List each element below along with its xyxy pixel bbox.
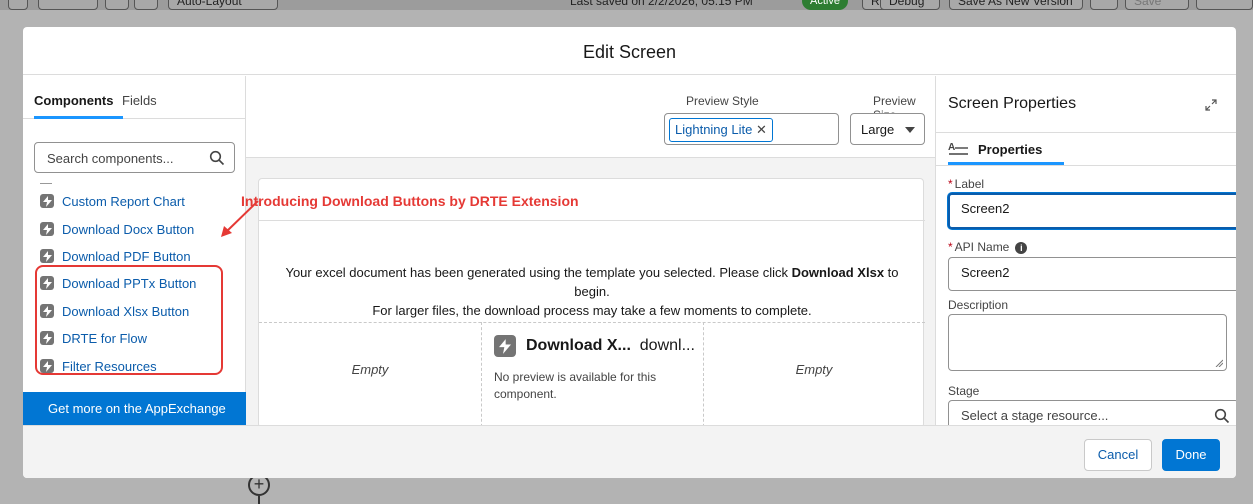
list-item-label: Download PDF Button (62, 248, 191, 264)
stage-placeholder: Select a stage resource... (961, 408, 1109, 423)
component-panel: Components Fields Search components... C… (23, 76, 246, 425)
tab-components[interactable]: Components (34, 93, 113, 108)
svg-text:A: A (948, 142, 955, 153)
column-divider (481, 322, 482, 432)
label-input[interactable]: Screen2 (948, 193, 1236, 229)
message-text: Your excel document has been generated u… (285, 265, 792, 280)
debug-button[interactable]: Debug (880, 0, 940, 10)
undo-redo-group[interactable] (38, 0, 98, 10)
bolt-icon (494, 335, 516, 357)
preview-size-value: Large (861, 122, 895, 137)
close-icon[interactable]: ✕ (756, 122, 767, 137)
annotation-arrow-icon (221, 200, 259, 237)
description-textarea[interactable] (948, 314, 1227, 371)
stage-field-label: Stage (948, 384, 980, 398)
preview-style-label: Preview Style (686, 94, 759, 108)
column-divider (703, 322, 704, 432)
resize-handle-icon[interactable] (1215, 359, 1223, 367)
done-button[interactable]: Done (1162, 439, 1220, 471)
description-field-label: Description (948, 298, 1009, 312)
list-item-label: Download Docx Button (62, 221, 195, 237)
caret-down-icon (905, 127, 915, 133)
last-saved-text: Last saved on 2/2/2026, 05:15 PM (570, 0, 753, 8)
tab-properties-label: Properties (978, 141, 1043, 157)
search-input[interactable]: Search components... (34, 142, 235, 173)
message-bold: Download Xlsx (791, 265, 885, 280)
api-name-field-label: * API Name i (948, 240, 1028, 254)
info-icon[interactable]: i (1015, 241, 1028, 254)
connector-line (258, 496, 260, 504)
component-note: No preview is available for this compone… (494, 370, 657, 401)
appexchange-link[interactable]: Get more on the AppExchange (23, 392, 246, 425)
preview-style-pill[interactable]: Lightning Lite ✕ (669, 118, 773, 142)
search-icon (1214, 408, 1230, 424)
properties-panel: Screen Properties A Properties * Label Sc… (935, 76, 1236, 434)
background-toolbar: Auto-Layout Last saved on 2/2/2026, 05:1… (0, 0, 1253, 10)
bolt-icon (40, 249, 54, 263)
search-placeholder: Search components... (47, 151, 174, 166)
empty-column-left[interactable]: Empty (259, 362, 481, 377)
download-xlsx-component[interactable]: Download X... downl... (494, 335, 695, 357)
display-text[interactable]: Your excel document has been generated u… (269, 263, 915, 320)
preview-toolbar: Preview Style Lightning Lite ✕ Preview S… (246, 76, 935, 158)
list-item[interactable]: Custom Report Chart (40, 191, 185, 211)
tab-properties[interactable]: A Properties (948, 138, 1042, 160)
section-divider (259, 322, 925, 323)
preview-style-combobox[interactable]: Lightning Lite ✕ (664, 113, 839, 145)
edit-screen-modal: Edit Screen Components Fields Search com… (23, 27, 1236, 478)
toolbar-icon-button[interactable] (105, 0, 129, 10)
component-subtitle: downl... (639, 337, 695, 354)
empty-column-right[interactable]: Empty (703, 362, 925, 377)
search-icon (209, 150, 225, 166)
api-name-input[interactable]: Screen2 (948, 257, 1236, 291)
active-tab-indicator (34, 116, 123, 119)
expand-icon[interactable] (1204, 98, 1218, 112)
save-as-new-button[interactable]: Save As New Version (949, 0, 1083, 10)
modal-header: Edit Screen (23, 27, 1236, 75)
label-field-label: * Label (948, 177, 985, 191)
save-button[interactable]: Save (1125, 0, 1189, 10)
bolt-icon (40, 222, 54, 236)
screen-canvas: Your excel document has been generated u… (258, 178, 925, 432)
divider (936, 165, 1236, 166)
modal-footer: Cancel Done (23, 425, 1236, 478)
message-line2: For larger files, the download process m… (372, 303, 812, 318)
preview-area: Preview Style Lightning Lite ✕ Preview S… (246, 76, 935, 432)
list-item-label: Custom Report Chart (62, 193, 185, 209)
scroll-hint (40, 183, 52, 184)
list-item[interactable]: Download PDF Button (40, 246, 191, 266)
bolt-icon (40, 194, 54, 208)
settings-icon[interactable] (134, 0, 158, 10)
status-badge: Active (802, 0, 848, 10)
toolbar-icon-button[interactable] (8, 0, 28, 10)
layout-select[interactable]: Auto-Layout (168, 0, 278, 10)
cancel-button[interactable]: Cancel (1084, 439, 1152, 471)
list-item[interactable]: Download Docx Button (40, 219, 194, 239)
close-icon[interactable] (1196, 0, 1253, 10)
tab-fields[interactable]: Fields (122, 93, 157, 108)
annotation-text: Introducing Download Buttons by DRTE Ext… (241, 193, 579, 209)
preview-style-value: Lightning Lite (675, 122, 753, 137)
divider (936, 132, 1236, 133)
highlight-box (35, 265, 223, 375)
properties-icon: A (948, 142, 968, 155)
preview-size-select[interactable]: Large (850, 113, 925, 145)
panel-title: Screen Properties (948, 95, 1077, 112)
chevron-down-icon[interactable] (1090, 0, 1118, 10)
component-title: Download X... (526, 337, 631, 354)
modal-title: Edit Screen (582, 42, 677, 62)
